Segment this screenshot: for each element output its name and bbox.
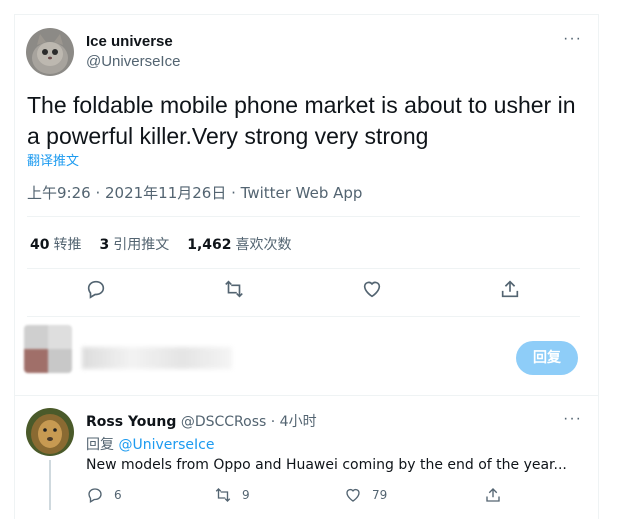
quotes-count: 3 — [99, 237, 110, 253]
retweet-icon[interactable] — [223, 278, 249, 304]
reply-icon — [88, 488, 102, 503]
reply-like-action[interactable]: 79 — [344, 486, 387, 504]
quotes-label: 引用推文 — [113, 237, 170, 253]
author-handle[interactable]: @UniverseIce — [86, 53, 180, 70]
reply-share-action[interactable] — [484, 486, 502, 504]
replying-prefix: 回复 — [86, 437, 114, 453]
more-options-icon[interactable]: ··· — [563, 30, 582, 48]
retweets-count: 40 — [30, 237, 50, 253]
quotes-stat[interactable]: 3 引用推文 — [99, 234, 169, 254]
retweets-label: 转推 — [53, 237, 82, 253]
divider — [15, 395, 599, 396]
like-count: 79 — [372, 488, 388, 502]
replying-to: 回复 @UniverseIce — [86, 434, 214, 454]
likes-count: 1,462 — [187, 237, 232, 253]
reply-input[interactable] — [82, 347, 232, 369]
like-icon[interactable] — [361, 278, 387, 304]
reply-header: Ross Young @DSCCRoss · 4小时 — [86, 411, 317, 431]
divider — [27, 268, 580, 269]
replying-to-handle[interactable]: @UniverseIce — [118, 437, 214, 453]
reply-text: New models from Oppo and Huawei coming b… — [86, 457, 567, 473]
tweet-actions — [27, 278, 580, 308]
reply-author-handle[interactable]: @DSCCRoss — [181, 414, 266, 430]
tweet-text: The foldable mobile phone market is abou… — [27, 92, 576, 149]
own-avatar — [24, 325, 72, 373]
reply-time[interactable]: · 4小时 — [271, 414, 317, 430]
reply-author-name[interactable]: Ross Young — [86, 414, 176, 430]
author-name[interactable]: Ice universe — [86, 33, 173, 50]
retweet-count: 9 — [242, 488, 250, 502]
reply-reply-action[interactable]: 6 — [86, 486, 122, 504]
reply-tweet[interactable]: Ross Young @DSCCRoss · 4小时 ··· 回复 @Unive… — [26, 404, 586, 514]
thread-line — [49, 460, 51, 510]
likes-label: 喜欢次数 — [235, 237, 292, 253]
reply-author-avatar[interactable] — [26, 408, 74, 456]
like-icon — [346, 488, 360, 502]
retweet-icon — [215, 488, 231, 502]
reply-compose: 回复 — [24, 325, 584, 387]
reply-count: 6 — [114, 488, 122, 502]
divider — [27, 216, 580, 217]
share-icon — [486, 488, 500, 502]
reply-retweet-action[interactable]: 9 — [214, 486, 250, 504]
divider — [27, 316, 580, 317]
reply-icon[interactable] — [85, 278, 111, 304]
tweet-timestamp[interactable]: 上午9:26 · 2021年11月26日 · Twitter Web App — [27, 182, 362, 203]
reply-actions: 6 9 79 — [86, 486, 506, 508]
tweet-stats: 40 转推 3 引用推文 1,462 喜欢次数 — [30, 234, 292, 254]
reply-more-options-icon[interactable]: ··· — [563, 410, 582, 428]
author-avatar[interactable] — [26, 28, 74, 76]
tweet-header: Ice universe @UniverseIce ··· — [26, 28, 586, 76]
translate-link[interactable]: 翻译推文 — [27, 150, 79, 169]
reply-button[interactable]: 回复 — [516, 341, 578, 375]
share-icon[interactable] — [499, 278, 525, 304]
retweets-stat[interactable]: 40 转推 — [30, 234, 81, 254]
likes-stat[interactable]: 1,462 喜欢次数 — [187, 234, 291, 254]
